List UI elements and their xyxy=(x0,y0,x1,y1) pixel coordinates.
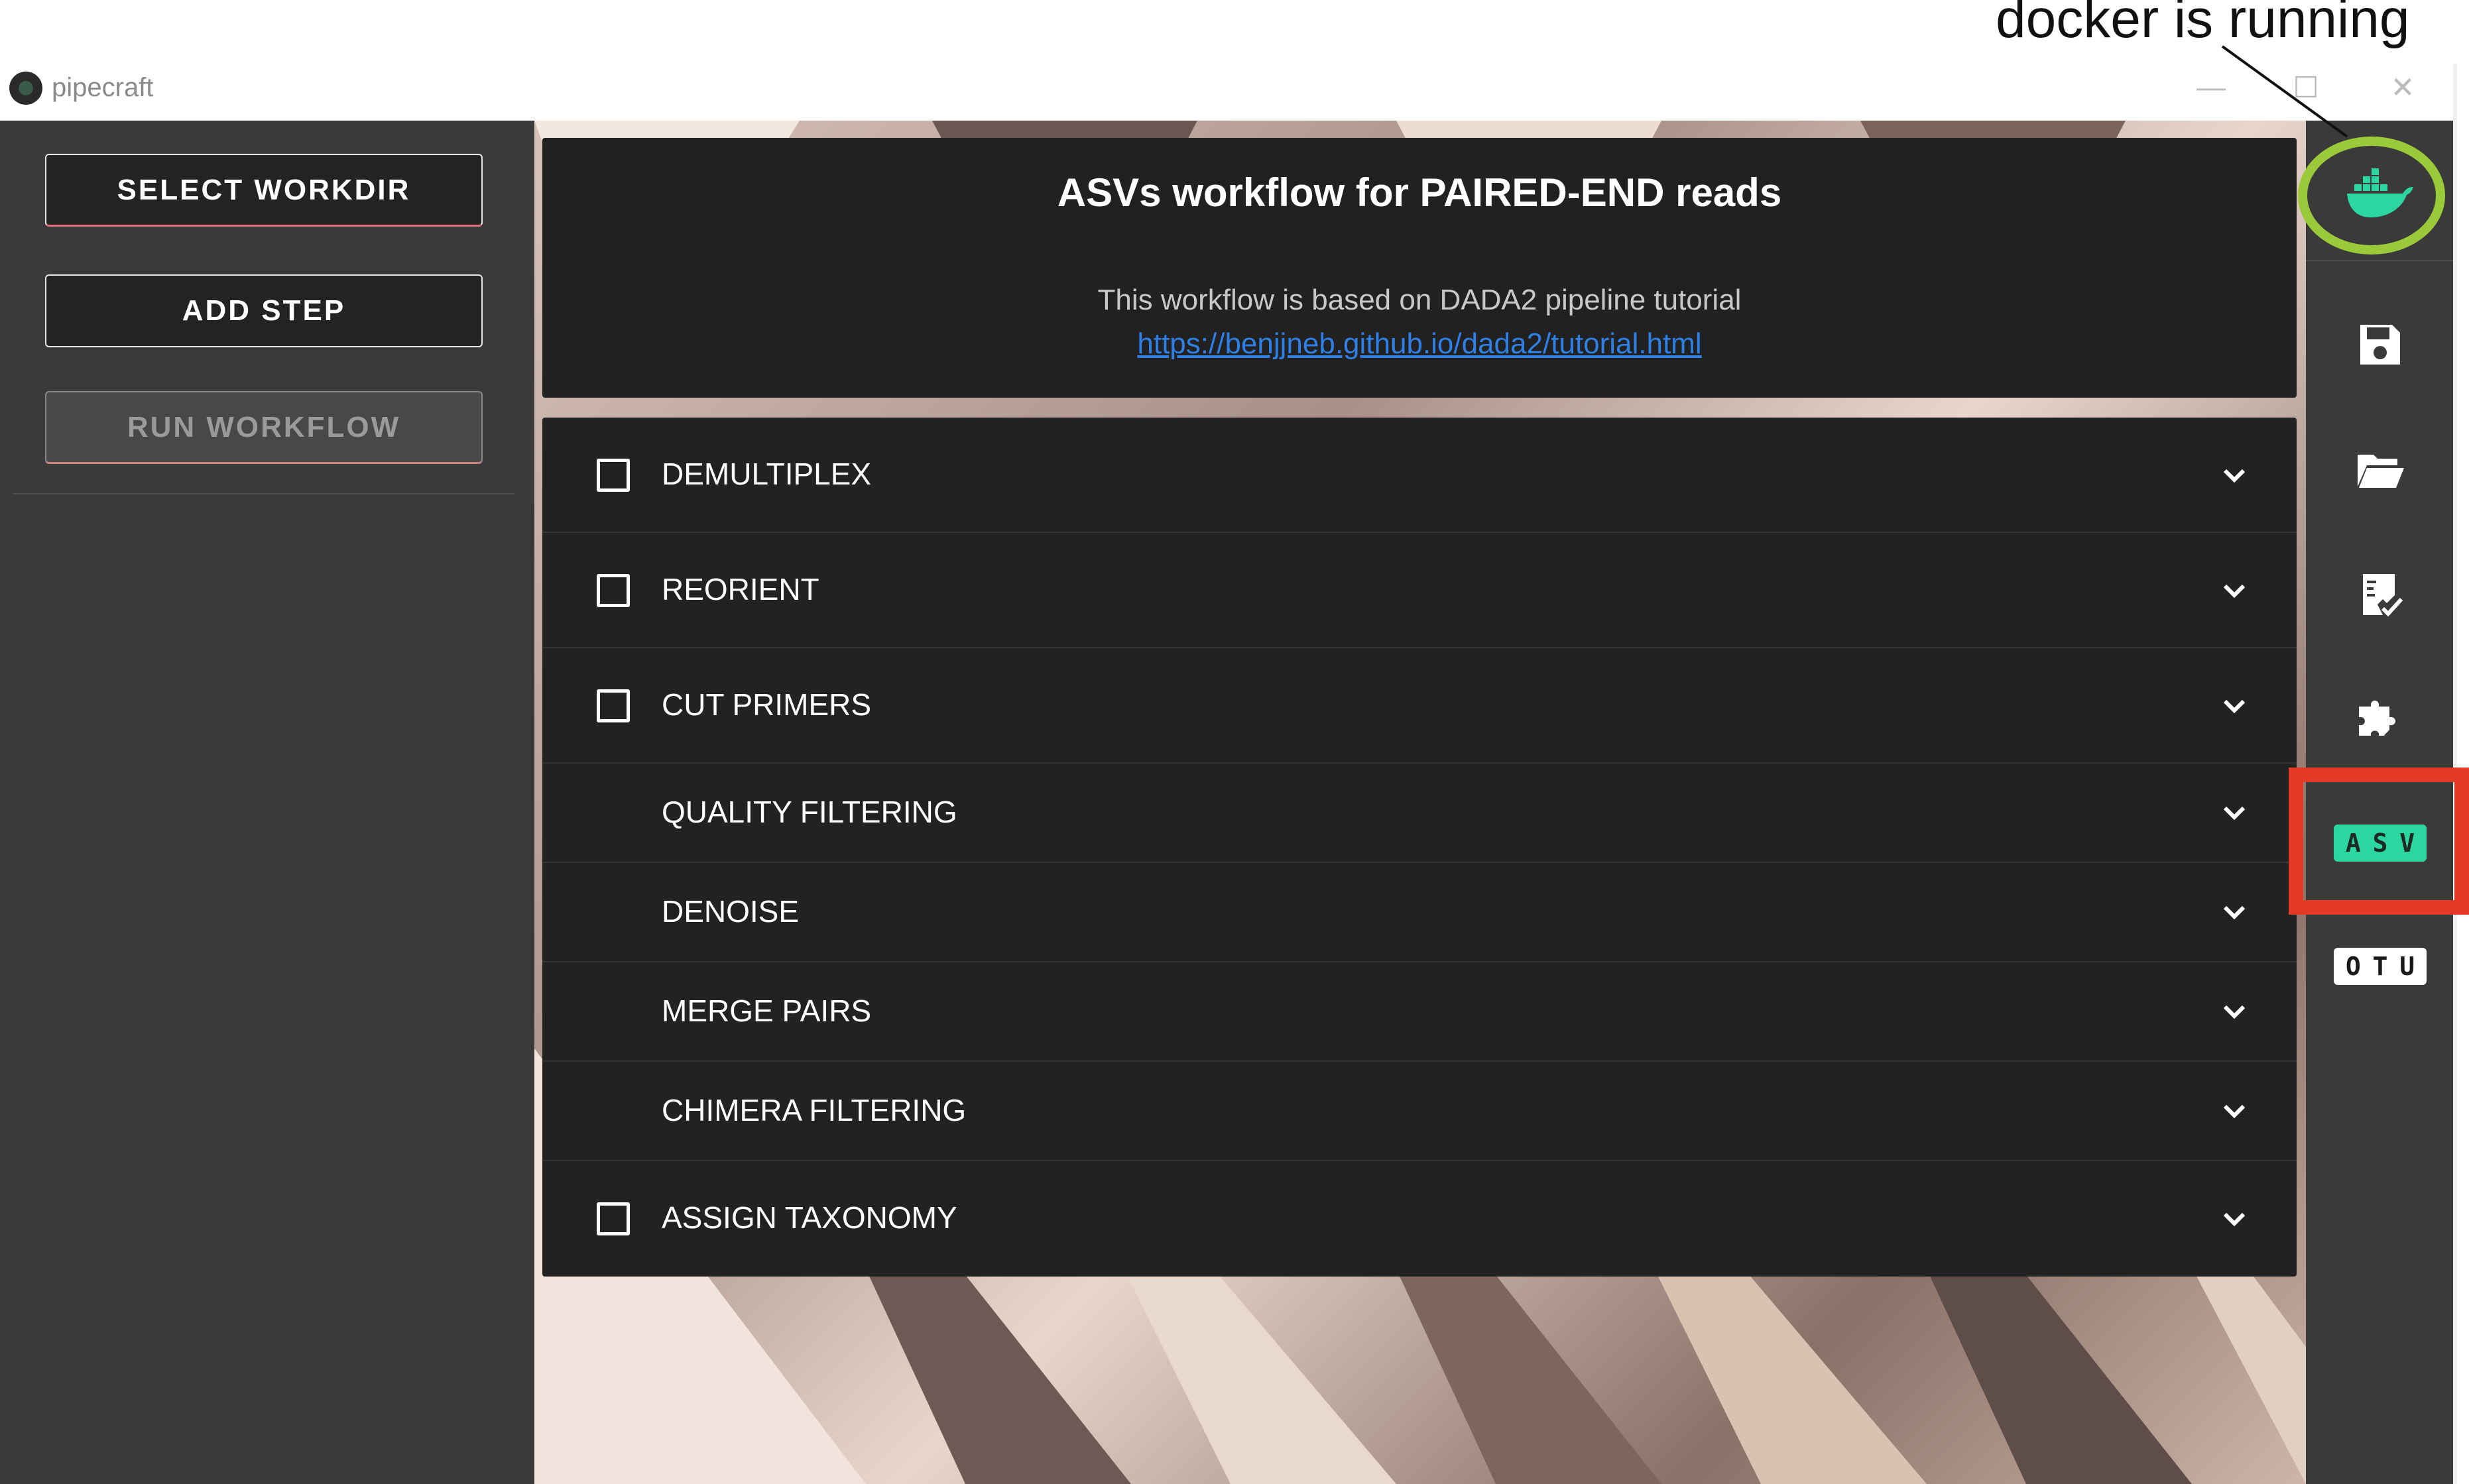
add-step-button[interactable]: ADD STEP xyxy=(45,274,483,347)
step-checkbox[interactable] xyxy=(597,1202,630,1235)
asv-highlight-box xyxy=(2289,768,2469,915)
chevron-down-icon[interactable] xyxy=(2214,1092,2254,1131)
step-label: REORIENT xyxy=(662,572,819,606)
workflow-header-card: ASVs workflow for PAIRED-END reads This … xyxy=(542,138,2297,398)
save-icon[interactable] xyxy=(2354,318,2407,371)
window-titlebar xyxy=(0,70,2457,121)
close-button[interactable]: ✕ xyxy=(2383,66,2423,109)
step-checkbox[interactable] xyxy=(597,689,630,722)
folder-open-icon[interactable] xyxy=(2354,443,2407,496)
workflow-step-row[interactable]: ASSIGN TAXONOMY xyxy=(542,1161,2297,1277)
step-label: MERGE PAIRS xyxy=(662,994,872,1028)
step-checkbox[interactable] xyxy=(597,459,630,492)
sidebar-divider xyxy=(13,493,514,494)
workflow-description: This workflow is based on DADA2 pipeline… xyxy=(1097,284,1742,316)
workflow-step-row[interactable]: MERGE PAIRS xyxy=(542,962,2297,1062)
chevron-down-icon[interactable] xyxy=(2214,793,2254,833)
chevron-down-icon[interactable] xyxy=(2214,992,2254,1032)
otu-letter: O xyxy=(2345,952,2361,981)
otu-workflow-button[interactable]: O T U xyxy=(2334,948,2427,985)
chevron-down-icon[interactable] xyxy=(2214,456,2254,496)
step-label: QUALITY FILTERING xyxy=(662,795,957,829)
run-workflow-button[interactable]: RUN WORKFLOW xyxy=(45,391,483,464)
app-logo-icon xyxy=(9,72,42,105)
otu-letter: T xyxy=(2372,952,2388,981)
workflow-step-row[interactable]: CUT PRIMERS xyxy=(542,648,2297,764)
window-title: pipecraft xyxy=(52,73,154,102)
checklist-icon[interactable] xyxy=(2354,569,2407,622)
chevron-down-icon[interactable] xyxy=(2214,571,2254,611)
workflow-step-row[interactable]: DEMULTIPLEX xyxy=(542,418,2297,533)
workflow-step-row[interactable]: QUALITY FILTERING xyxy=(542,764,2297,863)
chevron-down-icon[interactable] xyxy=(2214,893,2254,933)
otu-letter: U xyxy=(2399,952,2415,981)
step-label: DENOISE xyxy=(662,894,800,929)
workflow-step-row[interactable]: CHIMERA FILTERING xyxy=(542,1062,2297,1161)
select-workdir-button[interactable]: SELECT WORKDIR xyxy=(45,154,483,227)
workflow-step-row[interactable]: DENOISE xyxy=(542,863,2297,962)
annotation-label: docker is running xyxy=(1996,0,2410,49)
step-checkbox[interactable] xyxy=(597,574,630,607)
step-label: CUT PRIMERS xyxy=(662,687,872,722)
step-label: ASSIGN TAXONOMY xyxy=(662,1200,957,1235)
puzzle-icon[interactable] xyxy=(2354,692,2407,745)
step-label: CHIMERA FILTERING xyxy=(662,1093,967,1127)
docker-highlight-circle xyxy=(2298,137,2445,255)
chevron-down-icon[interactable] xyxy=(2214,687,2254,726)
workflow-step-row[interactable]: REORIENT xyxy=(542,533,2297,648)
workflow-steps-list: DEMULTIPLEX REORIENT CUT PRIMERS QUALITY FI… xyxy=(542,418,2297,1277)
workflow-title: ASVs workflow for PAIRED-END reads xyxy=(1057,170,1782,215)
chevron-down-icon[interactable] xyxy=(2214,1200,2254,1239)
rail-divider xyxy=(2306,260,2453,261)
step-label: DEMULTIPLEX xyxy=(662,457,872,491)
tutorial-link[interactable]: https://benjjneb.github.io/dada2/tutoria… xyxy=(1137,327,1701,360)
minimize-button[interactable]: — xyxy=(2191,66,2231,109)
maximize-button[interactable]: ☐ xyxy=(2286,66,2326,109)
